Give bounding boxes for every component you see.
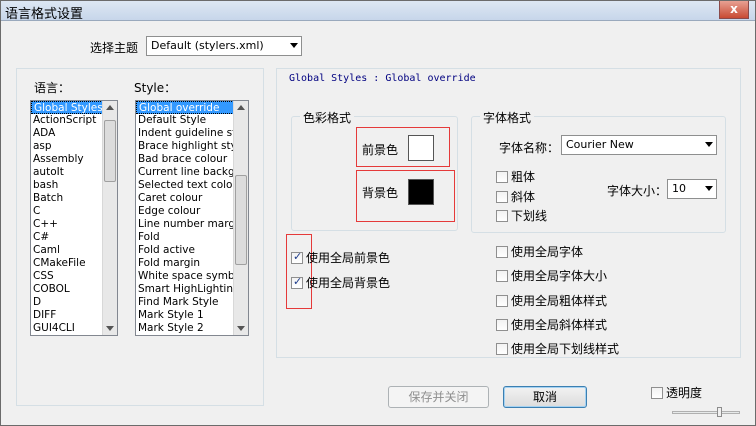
bold-label: 粗体 [511,170,536,184]
use-global-bold-label: 使用全局粗体样式 [511,294,608,308]
chevron-down-icon [705,186,713,191]
checkbox-box[interactable] [496,191,508,203]
use-global-bg-checkbox[interactable]: 使用全局背景色 [291,274,390,291]
font-name-select[interactable]: Courier New [561,135,717,155]
style-list-item[interactable]: Mark Style 2 [136,322,248,335]
checkbox-box[interactable] [496,246,508,258]
font-name-value: Courier New [566,138,634,151]
fg-color-swatch[interactable] [408,135,434,161]
style-list-item[interactable]: Default Style [136,114,248,127]
font-size-value: 10 [672,182,686,195]
style-list-item[interactable]: Global override [136,101,248,114]
italic-checkbox[interactable]: 斜体 [496,188,535,205]
transparency-slider-thumb[interactable] [717,407,722,417]
save-close-button[interactable]: 保存并关闭 [388,386,489,408]
style-configurator-window: 语言格式设置 x 选择主题 Default (stylers.xml) 语言： … [0,0,756,426]
style-list-item[interactable]: Line number margin [136,218,248,231]
style-list-item[interactable]: Indent guideline sty [136,127,248,140]
checkbox-box[interactable] [651,387,663,399]
chevron-down-icon [290,43,298,48]
use-global-font-size-label: 使用全局字体大小 [511,269,608,283]
checkbox-box[interactable] [291,250,303,264]
style-list-item[interactable]: Caret colour [136,192,248,205]
use-global-font-checkbox[interactable]: 使用全局字体 [496,243,583,260]
use-global-bold-checkbox[interactable]: 使用全局粗体样式 [496,292,607,309]
scroll-up-icon[interactable] [237,105,245,110]
bg-color-swatch[interactable] [408,179,434,205]
style-list-item[interactable]: Mark Style 1 [136,309,248,322]
transparency-label: 透明度 [666,386,703,400]
cancel-button[interactable]: 取消 [503,386,587,408]
bold-checkbox[interactable]: 粗体 [496,168,535,185]
style-list-item[interactable]: Fold margin [136,257,248,270]
scroll-down-icon[interactable] [237,326,245,331]
use-global-italic-label: 使用全局斜体样式 [511,318,608,332]
language-scrollbar[interactable] [102,101,117,335]
style-items: Global override Default Style Indent guide… [136,101,248,335]
checkbox-box[interactable] [496,343,508,355]
style-list-item[interactable]: Selected text colou [136,179,248,192]
font-size-select[interactable]: 10 [667,179,717,199]
style-list-item[interactable]: Edge colour [136,205,248,218]
style-header: Global Styles : Global override [289,73,476,84]
underline-checkbox[interactable]: 下划线 [496,207,547,224]
style-list-item[interactable]: Bad brace colour [136,153,248,166]
transparency-checkbox[interactable]: 透明度 [651,384,702,401]
checkbox-box[interactable] [291,275,303,289]
scroll-down-icon[interactable] [106,326,114,331]
use-global-bg-label: 使用全局背景色 [306,276,391,290]
checkbox-box[interactable] [496,210,508,222]
use-global-font-label: 使用全局字体 [511,245,584,259]
bg-color-label: 背景色 [362,186,399,200]
style-scrollbar[interactable] [233,101,248,335]
font-name-label: 字体名称： [499,141,560,155]
checkbox-box[interactable] [496,171,508,183]
style-list-item[interactable]: Current line backgr [136,166,248,179]
checkbox-box[interactable] [496,295,508,307]
checkbox-box[interactable] [496,270,508,282]
color-group-title: 色彩格式 [300,109,355,126]
font-size-label: 字体大小： [607,184,668,198]
style-list-item[interactable]: Fold [136,231,248,244]
scroll-up-icon[interactable] [106,105,114,110]
theme-select-value: Default (stylers.xml) [151,39,264,52]
language-list-label: 语言： [34,81,71,95]
italic-label: 斜体 [511,190,536,204]
font-group-title: 字体格式 [480,109,535,126]
style-list-item[interactable]: Find Mark Style [136,296,248,309]
style-list-item[interactable]: Brace highlight style [136,140,248,153]
use-global-underline-checkbox[interactable]: 使用全局下划线样式 [496,340,619,357]
underline-label: 下划线 [511,209,548,223]
use-global-fg-checkbox[interactable]: 使用全局前景色 [291,249,390,266]
use-global-underline-label: 使用全局下划线样式 [511,342,620,356]
theme-label: 选择主题 [90,41,139,55]
use-global-fg-label: 使用全局前景色 [306,251,391,265]
global-color-highlight-frame [286,234,312,309]
style-list-label: Style： [134,81,177,95]
language-listbox[interactable]: Global Styles ActionScript ADA asp Assembly a… [30,100,118,336]
use-global-font-size-checkbox[interactable]: 使用全局字体大小 [496,267,607,284]
style-list-item[interactable]: Fold active [136,244,248,257]
chevron-down-icon [705,142,713,147]
fg-color-label: 前景色 [362,143,399,157]
style-list-item[interactable]: White space symbo [136,270,248,283]
title-bar[interactable]: 语言格式设置 x [1,1,755,22]
scroll-thumb[interactable] [104,120,116,182]
style-listbox[interactable]: Global override Default Style Indent guide… [135,100,249,336]
close-icon: x [730,2,738,16]
scroll-thumb[interactable] [235,175,247,265]
style-list-item[interactable]: Smart HighLighting [136,283,248,296]
use-global-italic-checkbox[interactable]: 使用全局斜体样式 [496,316,607,333]
window-title: 语言格式设置 [5,7,84,22]
transparency-slider-track[interactable] [672,411,740,414]
close-button[interactable]: x [719,1,749,19]
theme-select[interactable]: Default (stylers.xml) [146,36,302,56]
checkbox-box[interactable] [496,319,508,331]
